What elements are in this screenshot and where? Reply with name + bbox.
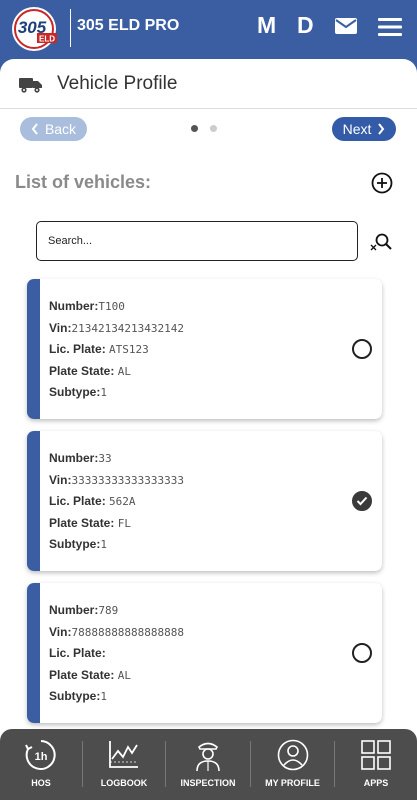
- header-m-button[interactable]: M: [257, 12, 276, 39]
- next-button[interactable]: Next: [332, 117, 396, 141]
- nav-logbook[interactable]: LOGBOOK: [83, 729, 165, 800]
- vehicle-vin: 33333333333333333: [71, 473, 185, 487]
- search-input[interactable]: [36, 221, 358, 261]
- card-accent-bar: [27, 583, 40, 723]
- state-label: Plate State:: [49, 515, 115, 530]
- list-title: List of vehicles:: [15, 172, 152, 192]
- nav-my-profile[interactable]: MY PROFILE: [251, 729, 334, 800]
- subtype-label: Subtype:: [49, 689, 101, 703]
- vin-label: Vin:: [49, 472, 72, 487]
- vehicle-details: Number:33 Vin:33333333333333333 Lic. Pla…: [49, 448, 184, 556]
- state-label: Plate State:: [49, 363, 115, 378]
- header-d-button[interactable]: D: [297, 12, 314, 39]
- vin-label: Vin:: [49, 624, 72, 639]
- nav-hos-label: HOS: [31, 778, 51, 788]
- bottom-nav: 1h HOS LOGBOOK INSPECTION MY PROFILE APP…: [0, 729, 417, 800]
- title-bar: Vehicle Profile: [0, 59, 417, 109]
- plate-label: Lic. Plate:: [49, 646, 106, 660]
- vehicle-vin: 78888888888888888: [71, 625, 185, 639]
- back-button-label: Back: [44, 121, 77, 137]
- next-button-label: Next: [342, 121, 372, 137]
- vehicle-card[interactable]: Number:T100 Vin:21342134213432142 Lic. P…: [27, 279, 382, 419]
- nav-inspection-label: INSPECTION: [180, 778, 236, 788]
- vehicle-card[interactable]: Number:33 Vin:33333333333333333 Lic. Pla…: [27, 431, 382, 571]
- vehicle-state: AL: [117, 668, 131, 682]
- vehicle-subtype: 1: [100, 690, 107, 703]
- vehicle-details: Number:789 Vin:78888888888888888 Lic. Pl…: [49, 600, 184, 708]
- app-name: 305 ELD PRO: [77, 17, 180, 34]
- vehicle-plate: 562A: [109, 495, 136, 508]
- vehicle-subtype: 1: [100, 386, 107, 399]
- vehicle-number: T100: [98, 300, 125, 313]
- app-header: 305 ELD 305 ELD PRO M D: [0, 0, 417, 59]
- page-indicator-active: [191, 125, 198, 132]
- number-label: Number:: [49, 603, 99, 617]
- inspector-icon: [196, 742, 220, 772]
- vehicle-number: 789: [98, 604, 119, 617]
- select-radio-checked[interactable]: [352, 491, 372, 511]
- plate-label: Lic. Plate:: [49, 342, 106, 356]
- vehicle-subtype: 1: [100, 538, 107, 551]
- number-label: Number:: [49, 299, 99, 313]
- logo-divider: [70, 9, 71, 47]
- chevron-right-icon: [378, 123, 385, 135]
- vehicle-details: Number:T100 Vin:21342134213432142 Lic. P…: [49, 296, 184, 404]
- nav-apps[interactable]: APPS: [335, 729, 417, 800]
- vehicle-number: 33: [98, 452, 112, 465]
- nav-apps-label: APPS: [363, 778, 389, 788]
- vehicle-state: FL: [117, 516, 131, 530]
- nav-hos[interactable]: 1h HOS: [0, 729, 82, 800]
- checkmark-icon: [356, 496, 368, 506]
- truck-icon: [19, 78, 42, 93]
- logo-sub-text: ELD: [39, 35, 55, 44]
- mail-icon[interactable]: [334, 16, 358, 36]
- hos-clock-icon: 1h: [25, 740, 56, 770]
- nav-logbook-label: LOGBOOK: [100, 778, 148, 788]
- state-label: Plate State:: [49, 667, 115, 682]
- vehicle-state: AL: [117, 364, 131, 378]
- subtype-label: Subtype:: [49, 385, 101, 399]
- card-accent-bar: [27, 431, 40, 571]
- number-label: Number:: [49, 451, 99, 465]
- search-clear-icon[interactable]: [370, 231, 392, 253]
- apps-grid-icon: [361, 740, 391, 770]
- select-radio[interactable]: [352, 643, 372, 663]
- menu-icon[interactable]: [378, 16, 402, 38]
- add-vehicle-icon[interactable]: [371, 172, 393, 194]
- profile-icon: [277, 739, 308, 771]
- subtype-label: Subtype:: [49, 537, 101, 551]
- vehicle-card[interactable]: Number:789 Vin:78888888888888888 Lic. Pl…: [27, 583, 382, 723]
- chevron-left-icon: [31, 123, 38, 135]
- vin-label: Vin:: [49, 320, 72, 335]
- select-radio[interactable]: [352, 339, 372, 359]
- card-accent-bar: [27, 279, 40, 419]
- plate-label: Lic. Plate:: [49, 494, 106, 508]
- page-title: Vehicle Profile: [57, 73, 178, 94]
- logbook-chart-icon: [109, 741, 138, 768]
- nav-my-profile-label: MY PROFILE: [265, 778, 320, 788]
- nav-inspection[interactable]: INSPECTION: [166, 729, 250, 800]
- hos-icon-text: 1h: [35, 751, 48, 763]
- page-indicator-inactive: [210, 125, 217, 132]
- vehicle-plate: ATS123: [109, 343, 149, 356]
- back-button[interactable]: Back: [20, 117, 87, 141]
- vehicle-vin: 21342134213432142: [71, 321, 185, 335]
- app-logo: 305 ELD: [12, 7, 57, 51]
